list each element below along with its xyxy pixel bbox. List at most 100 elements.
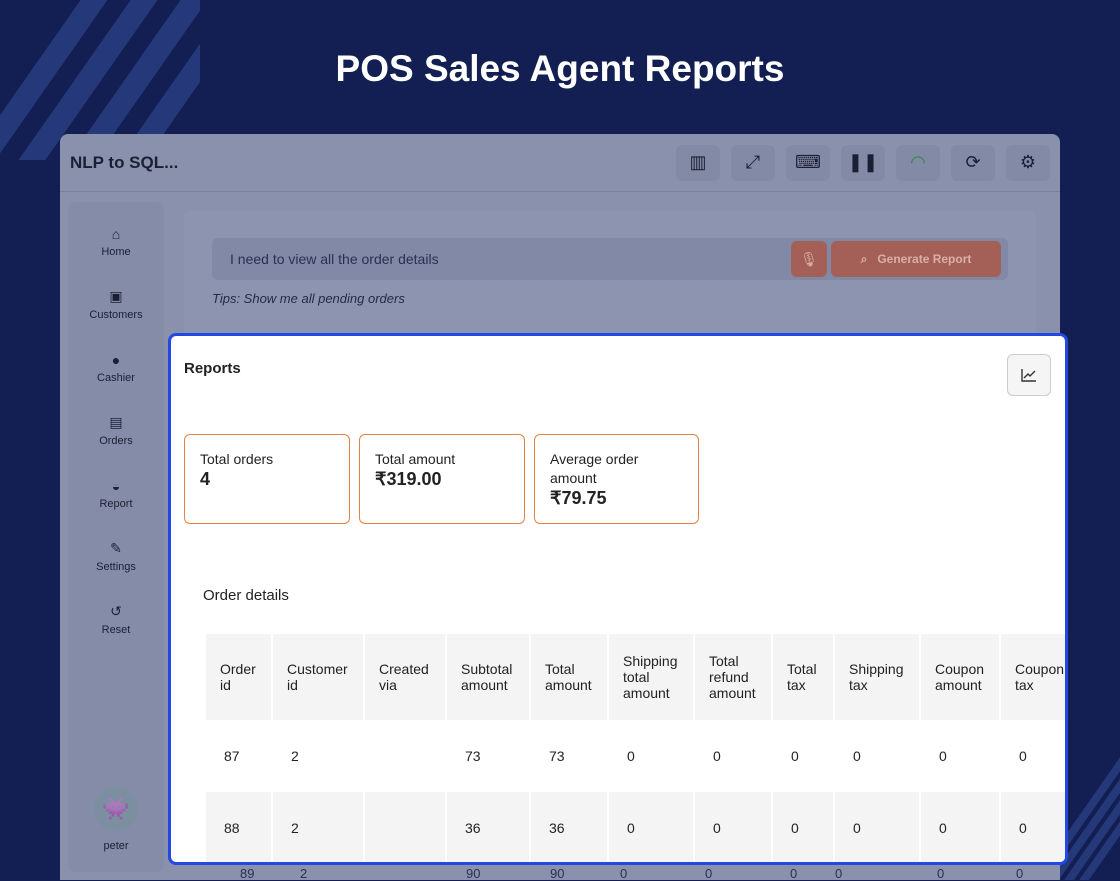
table-cell: 2 bbox=[291, 748, 299, 764]
column-header[interactable]: Total refund amount bbox=[695, 634, 771, 720]
banner-title: POS Sales Agent Reports bbox=[335, 48, 785, 89]
username: peter bbox=[103, 840, 129, 852]
nav-label: Home bbox=[101, 245, 131, 258]
app-title: NLP to SQL... bbox=[70, 152, 179, 172]
expand-icon[interactable]: ⤢ bbox=[731, 144, 775, 181]
table-cell: 0 bbox=[791, 748, 799, 764]
table-cell: 0 bbox=[1019, 748, 1027, 764]
order-details-table: Order id Customer id Created via Subtotal a… bbox=[204, 634, 1065, 862]
table-title: Order details bbox=[203, 587, 289, 604]
wifi-icon[interactable]: ◠ bbox=[896, 144, 940, 181]
keyboard-icon[interactable]: ⌨ bbox=[786, 144, 830, 181]
bg-cell: 90 bbox=[550, 866, 565, 881]
query-panel: I need to view all the order details 🎙 ⌕… bbox=[184, 210, 1036, 350]
top-bar: NLP to SQL... ▥ ⤢ ⌨ ❚❚ ◠ ⟳ ⚙ bbox=[60, 134, 1060, 192]
table-cell: 0 bbox=[695, 792, 771, 862]
table-cell: 0 bbox=[1001, 792, 1065, 862]
undo-icon: ↺ bbox=[110, 603, 122, 619]
column-header[interactable]: Order id bbox=[206, 634, 271, 720]
table-cell: 0 bbox=[835, 792, 919, 862]
stat-label: Total amount bbox=[375, 451, 456, 467]
bg-cell: 89 bbox=[240, 866, 255, 881]
column-header[interactable]: Coupon amount bbox=[921, 634, 999, 720]
table-cell: 0 bbox=[773, 792, 833, 862]
avatar[interactable]: 👾 bbox=[94, 787, 138, 831]
generate-label: Generate Report bbox=[877, 252, 972, 266]
tips-text: Tips: Show me all pending orders bbox=[212, 291, 405, 306]
column-header[interactable]: Total amount bbox=[531, 634, 607, 720]
column-header[interactable]: Shipping tax bbox=[835, 634, 919, 720]
stat-average-order: Average order amount ₹79.75 bbox=[534, 434, 699, 524]
home-icon: ⌂ bbox=[111, 225, 121, 242]
nav-label: Report bbox=[99, 497, 133, 510]
table-cell: 88 bbox=[206, 792, 271, 862]
table-cell: 73 bbox=[465, 748, 481, 764]
file-icon: ▤ bbox=[109, 414, 123, 430]
table-cell: 2 bbox=[273, 792, 363, 862]
nav-label: Reset bbox=[101, 624, 131, 636]
table-cell: 0 bbox=[627, 748, 635, 764]
table-cell: 87 bbox=[224, 748, 240, 764]
column-header[interactable]: Customer id bbox=[273, 634, 363, 720]
table-cell: 0 bbox=[921, 792, 999, 862]
line-chart-icon bbox=[1021, 369, 1036, 382]
bg-cell: 0 bbox=[835, 866, 843, 881]
bg-cell: 90 bbox=[466, 866, 481, 881]
table-cell: 0 bbox=[939, 748, 947, 764]
stat-value: 4 bbox=[200, 469, 211, 489]
nav-label: Customers bbox=[89, 309, 143, 321]
column-header[interactable]: Coupon tax bbox=[1001, 634, 1065, 720]
sidebar: ⌂ Home ▣ Customers ● Cashier ▤ Orders ◒ Repor… bbox=[68, 202, 164, 872]
column-header[interactable]: Subtotal amount bbox=[447, 634, 529, 720]
bg-cell: 0 bbox=[1016, 866, 1024, 881]
stat-value: ₹79.75 bbox=[550, 488, 607, 508]
stat-total-orders: Total orders 4 bbox=[184, 434, 350, 524]
table-cell: 0 bbox=[713, 748, 721, 764]
user-icon: ● bbox=[111, 351, 121, 368]
sidebar-item-reset[interactable]: ↺ Reset bbox=[68, 588, 164, 651]
table-header-row: Order id Customer id Created via Subtotal a… bbox=[206, 634, 1065, 720]
reports-title: Reports bbox=[184, 360, 241, 377]
pause-icon[interactable]: ❚❚ bbox=[841, 144, 885, 181]
bg-cell: 2 bbox=[300, 866, 308, 881]
stat-label: Total orders bbox=[200, 451, 274, 467]
stat-value: ₹319.00 bbox=[375, 469, 442, 489]
bg-cell: 0 bbox=[705, 866, 713, 881]
refresh-icon[interactable]: ⟳ bbox=[951, 144, 995, 181]
stat-total-amount: Total amount ₹319.00 bbox=[359, 434, 525, 524]
nav-label: Settings bbox=[96, 561, 136, 573]
sidebar-item-home[interactable]: ⌂ Home bbox=[68, 210, 164, 273]
nav-label: Cashier bbox=[97, 371, 135, 384]
column-header[interactable]: Created via bbox=[365, 634, 445, 720]
microphone-button[interactable]: 🎙 bbox=[791, 241, 827, 277]
table-cell bbox=[365, 720, 445, 792]
bg-cell: 0 bbox=[790, 866, 798, 881]
bg-cell: 0 bbox=[937, 866, 945, 881]
sidebar-item-settings[interactable]: ✎ Settings bbox=[68, 525, 164, 588]
table-cell: 0 bbox=[853, 748, 861, 764]
table-row: 87 2 73 73 0 0 0 0 0 0 bbox=[206, 720, 1065, 792]
table-cell bbox=[365, 792, 445, 862]
sidebar-item-customers[interactable]: ▣ Customers bbox=[68, 273, 164, 336]
contact-icon: ▣ bbox=[109, 288, 123, 304]
column-header[interactable]: Shipping total amount bbox=[609, 634, 693, 720]
table-cell: 0 bbox=[609, 792, 693, 862]
stat-label: Average order amount bbox=[550, 451, 639, 486]
chart-report-icon[interactable]: ▥ bbox=[676, 144, 720, 181]
reports-card: Reports Total orders 4 Total amount ₹319.0… bbox=[168, 333, 1068, 865]
sidebar-item-cashier[interactable]: ● Cashier bbox=[68, 336, 164, 399]
bg-cell: 0 bbox=[620, 866, 628, 881]
table-cell: 36 bbox=[531, 792, 607, 862]
chart-toggle-button[interactable] bbox=[1007, 354, 1051, 396]
sidebar-item-report[interactable]: ◒ Report bbox=[68, 462, 164, 525]
table-cell: 73 bbox=[549, 748, 565, 764]
column-header[interactable]: Total tax bbox=[773, 634, 833, 720]
generate-report-button[interactable]: ⌕ Generate Report bbox=[831, 241, 1001, 277]
gauge-icon: ◒ bbox=[111, 477, 121, 494]
wrench-icon: ✎ bbox=[110, 540, 122, 556]
sidebar-item-orders[interactable]: ▤ Orders bbox=[68, 399, 164, 462]
settings-icon[interactable]: ⚙ bbox=[1006, 144, 1050, 181]
decorative-stripes bbox=[1060, 750, 1120, 880]
table-cell: 36 bbox=[447, 792, 529, 862]
search-icon: ⌕ bbox=[860, 251, 868, 266]
